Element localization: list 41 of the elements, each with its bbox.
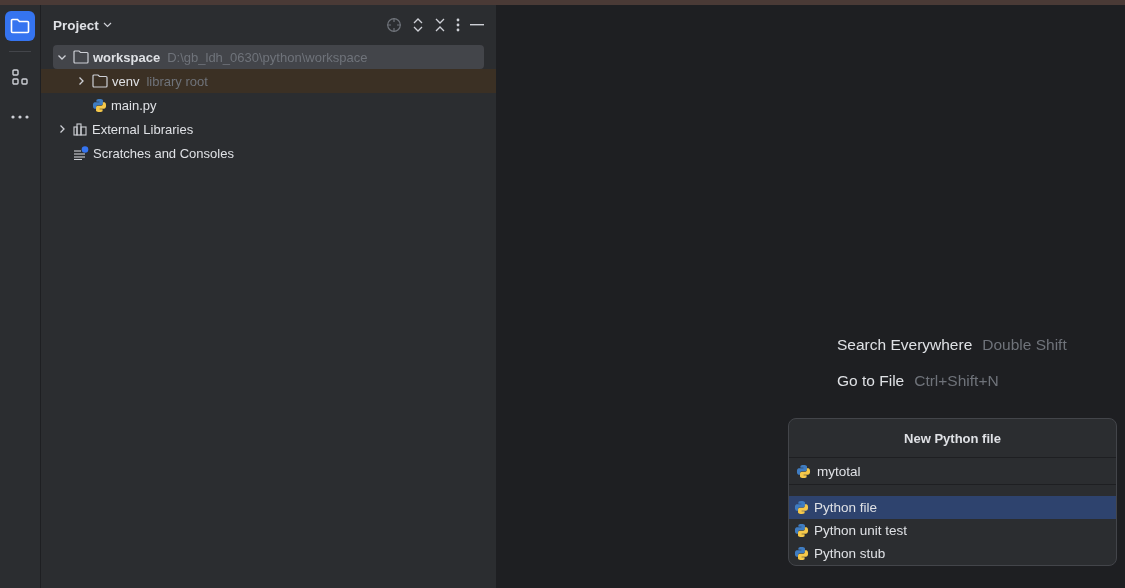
shortcut-label: Double Shift [982, 335, 1067, 355]
tree-item[interactable]: External Libraries [53, 117, 484, 141]
structure-icon [11, 68, 29, 86]
path-hint: library root [146, 73, 208, 89]
file-name: External Libraries [92, 121, 194, 137]
expand-icon[interactable] [412, 17, 424, 33]
folder-icon [92, 74, 108, 88]
file-name: workspace [93, 49, 161, 65]
file-type-option[interactable]: Python stub [789, 542, 1116, 565]
file-type-option[interactable]: Python file [789, 496, 1116, 519]
python-icon [794, 500, 809, 515]
file-name-field[interactable]: mytotal [817, 463, 1097, 479]
chevron-icon[interactable] [76, 76, 86, 86]
file-name: venv [112, 73, 140, 89]
chevron-icon[interactable] [57, 52, 67, 62]
scratches-icon [73, 146, 89, 160]
python-icon [794, 523, 809, 538]
collapse-icon[interactable] [434, 17, 446, 33]
more-icon[interactable] [456, 18, 460, 32]
more-icon [11, 115, 29, 119]
locate-icon[interactable] [386, 17, 402, 33]
python-icon [92, 97, 107, 113]
tree-item[interactable]: main.py [53, 93, 484, 117]
caret-icon [102, 22, 112, 28]
panel-title[interactable]: Project [53, 17, 112, 33]
folder-icon [10, 18, 30, 34]
library-icon [73, 122, 88, 136]
action-label: Go to File [837, 371, 905, 391]
minimize-icon[interactable] [470, 24, 484, 26]
file-name: Scratches and Consoles [93, 145, 234, 161]
shortcut-label: Ctrl+Shift+N [914, 371, 999, 391]
tool-window-button[interactable] [5, 11, 35, 41]
tree-item[interactable]: venv library root [53, 69, 484, 93]
python-icon [794, 546, 809, 561]
file-name: main.py [111, 97, 157, 113]
tree-item[interactable]: Scratches and Consoles [53, 141, 484, 165]
python-icon [796, 463, 811, 479]
action-label: Search Everywhere [837, 335, 973, 355]
file-type-option[interactable]: Python unit test [789, 519, 1116, 542]
folder-icon [73, 50, 89, 64]
chevron-icon[interactable] [57, 124, 67, 134]
